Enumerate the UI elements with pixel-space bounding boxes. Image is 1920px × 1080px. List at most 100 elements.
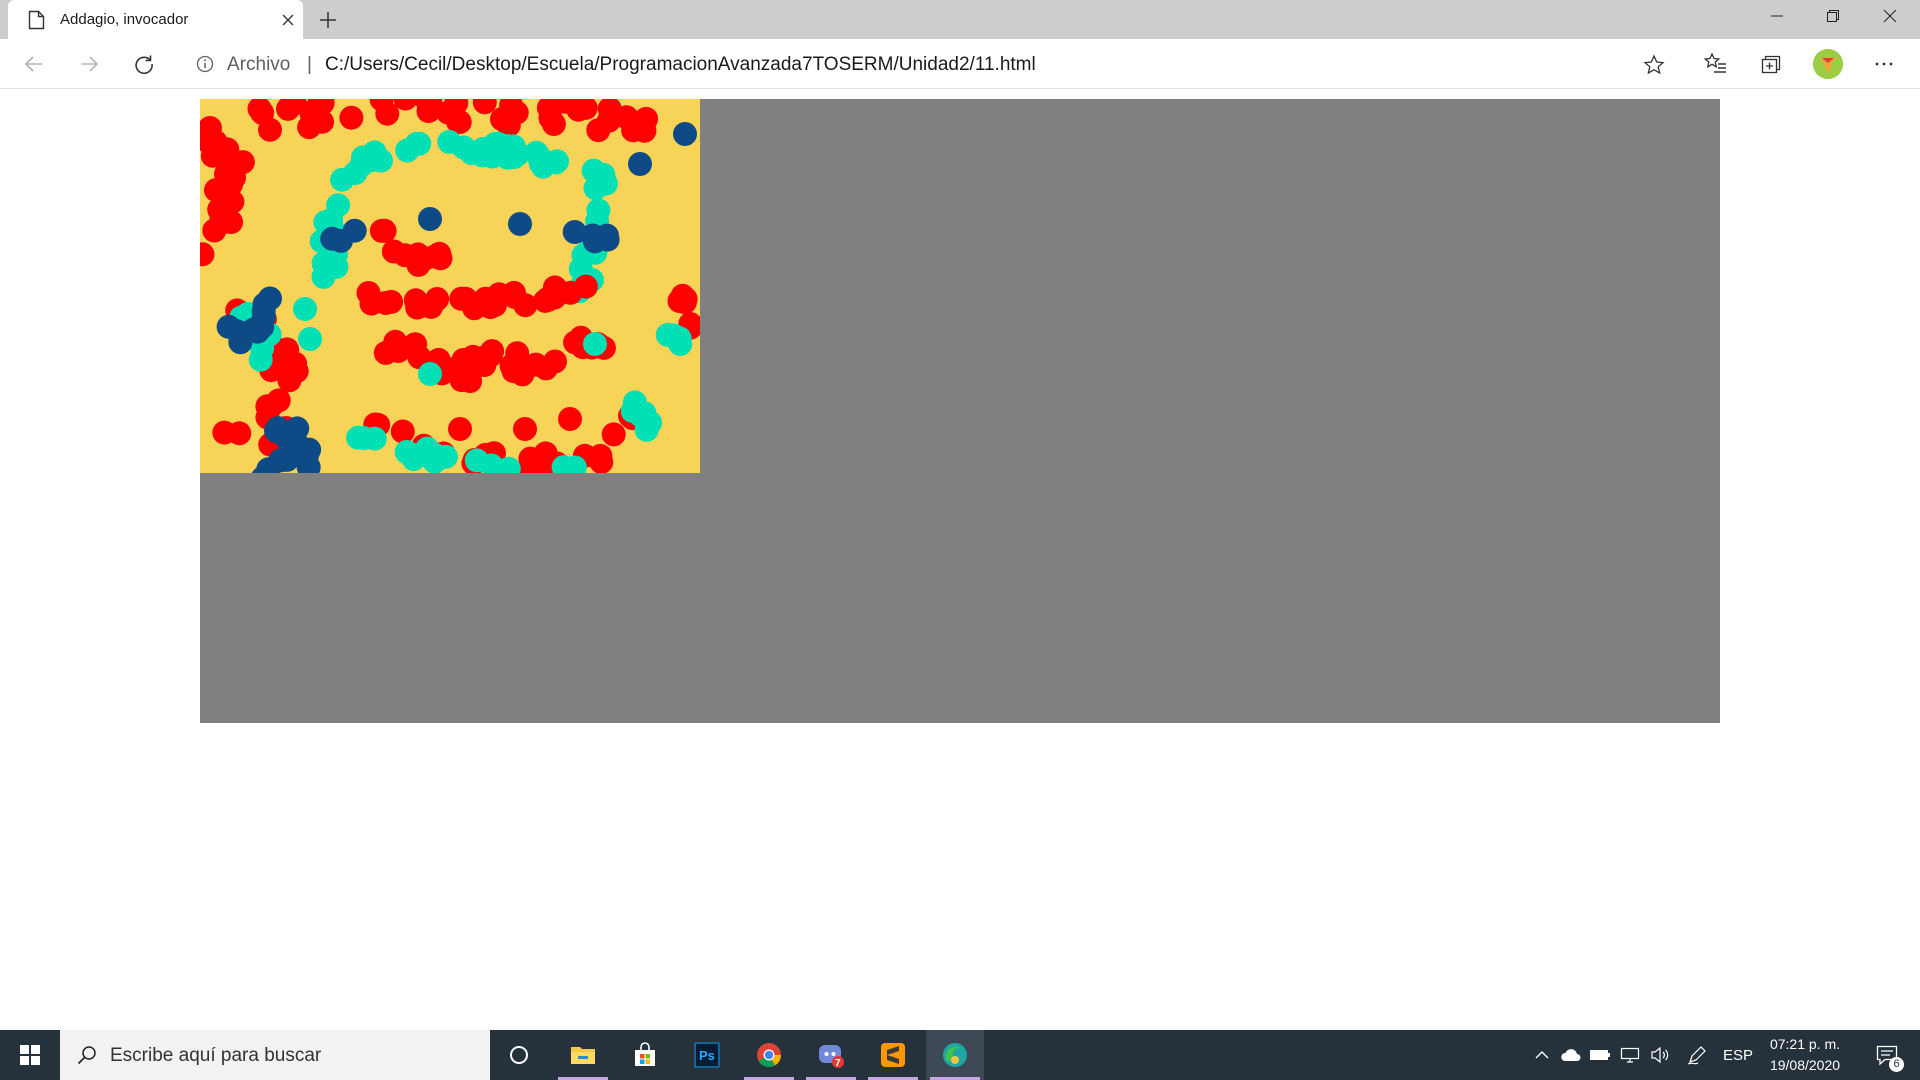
minimize-button[interactable]	[1749, 0, 1805, 32]
paint-dot	[395, 138, 420, 163]
page-viewport	[0, 89, 1920, 1030]
avatar-icon	[1813, 49, 1843, 79]
plus-icon[interactable]	[314, 6, 342, 34]
paint-dot	[405, 242, 430, 267]
paint-dot	[448, 417, 472, 441]
onedrive-button[interactable]	[1557, 1030, 1585, 1080]
taskbar-search[interactable]: Escribe aquí para buscar	[60, 1030, 490, 1080]
paint-dot	[373, 340, 398, 365]
url-text[interactable]: C:/Users/Cecil/Desktop/Escuela/Programac…	[325, 54, 1036, 76]
volume-button[interactable]	[1646, 1030, 1674, 1080]
system-clock[interactable]: 07:21 p. m. 19/08/2020	[1755, 1034, 1855, 1076]
input-language-button[interactable]: ESP	[1718, 1030, 1758, 1080]
paint-dot	[504, 100, 529, 125]
action-center-button[interactable]: 6	[1862, 1030, 1912, 1080]
photoshop-icon: Ps	[694, 1042, 720, 1068]
paint-dot	[596, 108, 621, 133]
close-window-button[interactable]	[1862, 0, 1918, 32]
paint-dot	[360, 148, 385, 172]
restore-icon	[1827, 10, 1839, 22]
paint-dot	[502, 280, 526, 305]
language-indicator: ESP	[1722, 1046, 1753, 1064]
clock-date: 19/08/2020	[1769, 1057, 1841, 1073]
chrome-button[interactable]	[740, 1030, 798, 1080]
paint-dot	[215, 137, 240, 162]
paint-dot	[513, 417, 537, 441]
tab-title: Addagio, invocador	[60, 11, 189, 28]
paint-dot	[293, 297, 317, 321]
paint-dot	[418, 207, 442, 231]
paint-dot	[369, 218, 394, 243]
paint-dot	[499, 353, 524, 378]
paint-dot	[501, 134, 526, 159]
paint-dot	[285, 416, 310, 441]
back-button[interactable]	[18, 48, 50, 80]
start-button[interactable]	[0, 1030, 60, 1080]
favorites-button[interactable]	[1700, 48, 1732, 80]
discord-button[interactable]: 7	[802, 1030, 860, 1080]
close-icon[interactable]	[278, 10, 298, 30]
more-button[interactable]	[1868, 48, 1900, 80]
more-icon	[1875, 62, 1893, 66]
star-icon[interactable]	[1643, 54, 1665, 76]
gray-stage	[200, 99, 1720, 723]
network-icon	[1620, 1047, 1640, 1063]
edge-button[interactable]	[926, 1030, 984, 1080]
store-button[interactable]	[616, 1030, 674, 1080]
show-hidden-icons-button[interactable]	[1530, 1030, 1554, 1080]
task-view-button[interactable]	[490, 1030, 548, 1080]
paint-dot	[508, 212, 532, 236]
profile-avatar[interactable]	[1813, 49, 1843, 79]
paint-dot	[405, 295, 430, 320]
paint-dot	[558, 280, 583, 305]
restore-button[interactable]	[1805, 0, 1861, 32]
paint-dot	[252, 292, 277, 317]
file-explorer-icon	[571, 1047, 595, 1064]
site-info-label[interactable]: Archivo	[227, 54, 290, 76]
paint-dot	[437, 129, 462, 154]
sublime-text-icon	[881, 1043, 905, 1067]
drawing-canvas[interactable]	[200, 99, 700, 473]
info-icon[interactable]	[196, 55, 214, 73]
paint-dot	[259, 394, 284, 418]
paint-dot	[449, 286, 474, 311]
collections-icon	[1761, 55, 1781, 74]
paint-dot	[227, 421, 252, 446]
paint-dot	[245, 319, 270, 344]
file-explorer-button[interactable]	[554, 1030, 612, 1080]
collections-button[interactable]	[1755, 48, 1787, 80]
back-arrow-icon	[24, 56, 42, 72]
network-button[interactable]	[1616, 1030, 1644, 1080]
paint-dot	[621, 118, 646, 143]
omnibox-separator: |	[307, 54, 312, 75]
paint-dot	[473, 286, 498, 311]
paint-dot	[274, 447, 299, 472]
browser-toolbar: Archivo | C:/Users/Cecil/Desktop/Escuela…	[0, 39, 1920, 89]
forward-arrow-icon	[81, 56, 99, 72]
discord-icon: 7	[819, 1045, 844, 1069]
favorites-icon	[1704, 52, 1726, 73]
paint-dot	[583, 332, 607, 356]
paint-dot	[394, 440, 419, 464]
pen-workspace-button[interactable]	[1682, 1030, 1712, 1080]
paint-dot	[258, 117, 282, 142]
paint-dot	[673, 122, 697, 146]
paint-dot	[320, 226, 345, 251]
paint-dot	[543, 349, 567, 374]
browser-tab[interactable]: Addagio, invocador	[8, 0, 303, 39]
sublime-text-button[interactable]	[864, 1030, 922, 1080]
pen-icon	[1687, 1046, 1706, 1065]
paint-dot	[359, 291, 384, 316]
photoshop-button[interactable]: Ps	[678, 1030, 736, 1080]
paint-dot	[284, 359, 309, 384]
battery-button[interactable]	[1586, 1030, 1614, 1080]
refresh-button[interactable]	[128, 48, 160, 80]
paint-dot	[670, 283, 695, 308]
paint-dot	[339, 105, 364, 130]
minimize-icon	[1771, 15, 1783, 17]
address-bar[interactable]: Archivo | C:/Users/Cecil/Desktop/Escuela…	[180, 45, 1680, 83]
cloud-icon	[1561, 1049, 1581, 1061]
battery-icon	[1590, 1050, 1610, 1060]
store-icon	[635, 1042, 655, 1066]
forward-button[interactable]	[73, 48, 105, 80]
